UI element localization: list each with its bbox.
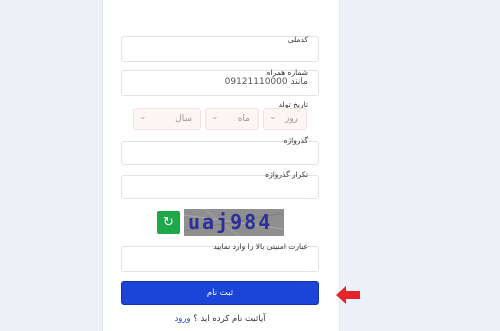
security-code-field[interactable]: عبارت امنیتی بالا را وارد نمایید xyxy=(121,242,319,272)
chevron-down-icon: ⌄ xyxy=(269,112,277,122)
security-code-label: عبارت امنیتی بالا را وارد نمایید xyxy=(213,242,308,251)
chevron-down-icon: ⌄ xyxy=(139,112,147,122)
arrow-left-icon xyxy=(336,286,360,304)
password-field[interactable]: گذرواژه xyxy=(121,136,319,165)
national-code-field[interactable]: کدملی xyxy=(121,35,319,62)
captcha-image: uaj984 xyxy=(184,209,284,236)
chevron-down-icon: ⌄ xyxy=(211,112,219,122)
month-select[interactable]: ماه ⌄ xyxy=(205,108,259,130)
mobile-placeholder: مانند 09121110000 xyxy=(224,77,308,87)
login-question: آیاثبت نام کرده اید ؟ xyxy=(193,314,266,324)
day-select[interactable]: روز ⌄ xyxy=(263,108,307,130)
password-repeat-label: تکرار گذرواژه xyxy=(265,170,308,179)
national-code-label: کدملی xyxy=(287,35,308,44)
password-label: گذرواژه xyxy=(283,136,308,145)
refresh-icon[interactable]: ↻ xyxy=(157,211,180,234)
login-prompt: آیاثبت نام کرده اید ؟ ورود xyxy=(121,314,319,324)
login-link[interactable]: ورود xyxy=(174,314,190,324)
mobile-label: شماره همراه xyxy=(266,68,308,77)
birth-date-row: روز ⌄ ماه ⌄ سال ⌄ xyxy=(121,106,319,132)
captcha-text: uaj984 xyxy=(188,210,273,234)
mobile-field[interactable]: شماره همراه مانند 09121110000 xyxy=(121,68,319,96)
password-repeat-field[interactable]: تکرار گذرواژه xyxy=(121,170,319,199)
register-button[interactable]: ثبت نام xyxy=(121,281,319,305)
year-select[interactable]: سال ⌄ xyxy=(133,108,201,130)
